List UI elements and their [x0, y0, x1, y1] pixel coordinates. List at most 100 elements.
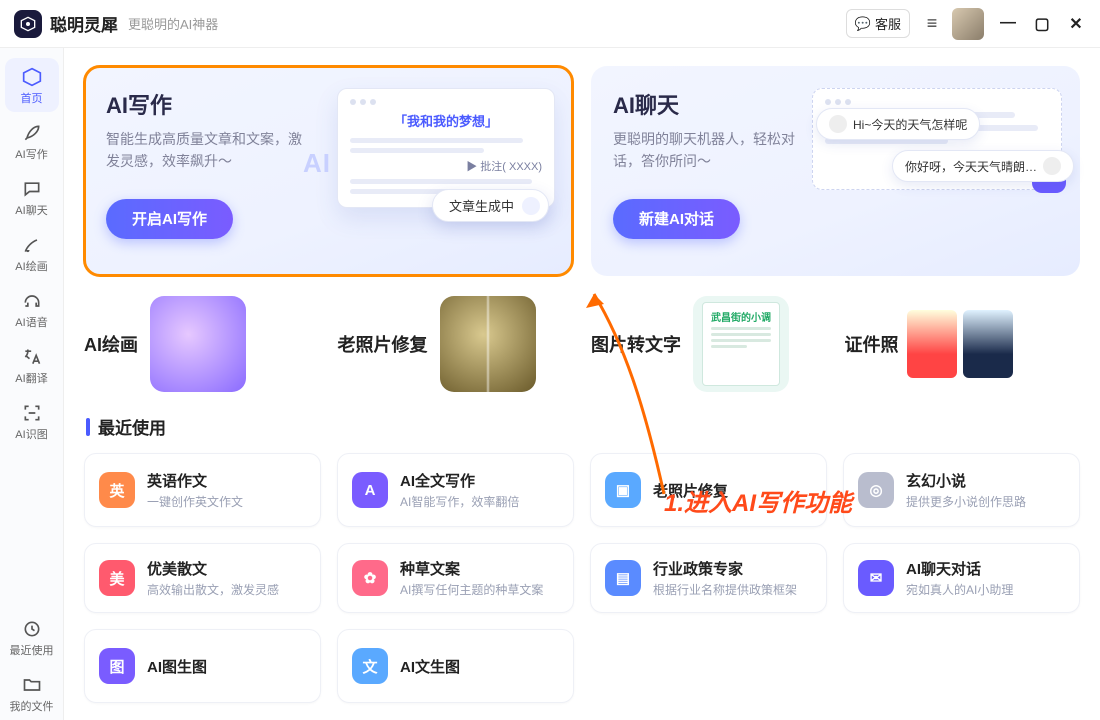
chat-bubble-1-text: Hi~今天的天气怎样呢 — [853, 116, 967, 133]
headphone-icon — [21, 290, 43, 312]
clock-icon — [21, 618, 43, 640]
window-close-button[interactable]: ✕ — [1066, 14, 1086, 34]
feature-card-id-photo[interactable]: 证件照 — [845, 296, 1081, 392]
tool-desc: 提供更多小说创作思路 — [906, 493, 1026, 510]
sidebar-item-label: 我的文件 — [10, 698, 54, 714]
txt-icon: 文 — [352, 648, 388, 684]
hero-chat-desc: 更聪明的聊天机器人，轻松对话，答你所问～ — [613, 128, 813, 173]
start-writing-button[interactable]: 开启AI写作 — [106, 199, 233, 239]
sidebar-item-translate[interactable]: AI翻译 — [5, 338, 59, 392]
hero-writing-desc: 智能生成高质量文章和文案，激发灵感，效率飙升～ — [106, 128, 306, 173]
tool-name: 英语作文 — [147, 470, 243, 491]
sidebar-item-label: AI翻译 — [15, 370, 47, 386]
app-tagline: 更聪明的AI神器 — [128, 14, 218, 33]
tool-name: AI文生图 — [400, 656, 460, 677]
user-avatar[interactable] — [952, 8, 984, 40]
tool-prose[interactable]: 美优美散文高效输出散文，激发灵感 — [84, 543, 321, 613]
brush-icon — [21, 234, 43, 256]
feather-icon — [21, 122, 43, 144]
tool-img2img[interactable]: 图 AI图生图 — [84, 629, 321, 703]
sidebar-item-draw[interactable]: AI绘画 — [5, 226, 59, 280]
sidebar-item-ocr[interactable]: AI识图 — [5, 394, 59, 448]
recent-heading: 最近使用 — [98, 414, 166, 439]
hero-card-chat[interactable]: AI聊天 更聪明的聊天机器人，轻松对话，答你所问～ 新建AI对话 ☻ Hi~今天… — [591, 66, 1080, 276]
hex-icon — [21, 66, 43, 88]
tool-policy-expert[interactable]: ▤行业政策专家根据行业名称提供政策框架 — [590, 543, 827, 613]
customer-service-button[interactable]: 💬 客服 — [846, 9, 910, 38]
tool-txt2img[interactable]: 文 AI文生图 — [337, 629, 574, 703]
sidebar-item-label: 最近使用 — [10, 642, 54, 658]
feature-card-ocr[interactable]: 图片转文字 武昌街的小调 — [591, 296, 827, 392]
scan-icon — [21, 402, 43, 424]
sidebar-item-label: AI绘画 — [15, 258, 47, 274]
tool-desc: 一键创作英文作文 — [147, 493, 243, 510]
app-logo-wrap: 聪明灵犀 — [14, 10, 118, 38]
new-chat-label: 新建AI对话 — [639, 208, 714, 229]
menu-icon[interactable]: ≡ — [918, 10, 946, 38]
tool-desc: 宛如真人的AI小助理 — [906, 581, 1013, 598]
tool-fantasy-novel[interactable]: ◎玄幻小说提供更多小说创作思路 — [843, 453, 1080, 527]
sidebar-item-home[interactable]: 首页 — [5, 58, 59, 112]
writing-preview: AI 「我和我的梦想」 ▶ 批注( XXXX) 文章生成中 — [337, 88, 555, 208]
sidebar-item-voice[interactable]: AI语音 — [5, 282, 59, 336]
chat-bubble-1: Hi~今天的天气怎样呢 — [816, 108, 980, 140]
preview-heading: 「我和我的梦想」 — [350, 111, 542, 130]
novel-icon: ◎ — [858, 472, 894, 508]
tool-name: AI全文写作 — [400, 470, 519, 491]
feature-card-photo-restore[interactable]: 老照片修复 — [338, 296, 574, 392]
sidebar-item-files[interactable]: 我的文件 — [5, 666, 59, 720]
customer-service-label: 客服 — [875, 14, 901, 33]
chat-bubble-2: 你好呀，今天天气晴朗… — [892, 150, 1074, 182]
ai-ghost-text: AI — [303, 148, 331, 179]
sidebar-item-label: AI写作 — [15, 146, 47, 162]
app-logo-icon — [14, 10, 42, 38]
tool-full-writing[interactable]: A AI全文写作 AI智能写作，效率翻倍 — [337, 453, 574, 527]
preview-note: ▶ 批注( XXXX) — [350, 158, 542, 174]
tool-desc: AI智能写作，效率翻倍 — [400, 493, 519, 510]
image-icon: ▣ — [605, 472, 641, 508]
window-maximize-button[interactable]: ▢ — [1032, 14, 1052, 34]
start-writing-label: 开启AI写作 — [132, 208, 207, 229]
id-photo-thumb — [907, 310, 1013, 378]
tool-desc: 根据行业名称提供政策框架 — [653, 581, 797, 598]
chat-icon — [21, 178, 43, 200]
tool-english-essay[interactable]: 英英语作文一键创作英文作文 — [84, 453, 321, 527]
feature-title: 证件照 — [845, 331, 899, 357]
sidebar-item-label: AI识图 — [15, 426, 47, 442]
prose-icon: 美 — [99, 560, 135, 596]
hero-card-writing[interactable]: AI写作 智能生成高质量文章和文案，激发灵感，效率飙升～ 开启AI写作 AI 「… — [84, 66, 573, 276]
ocr-doc-heading: 武昌街的小调 — [711, 309, 771, 324]
tool-photo-restore[interactable]: ▣老照片修复 — [590, 453, 827, 527]
folder-icon — [21, 674, 43, 696]
tool-desc: AI撰写任何主题的种草文案 — [400, 581, 543, 598]
ocr-thumb: 武昌街的小调 — [693, 296, 789, 392]
sidebar-item-label: 首页 — [21, 90, 43, 106]
tool-ai-chat[interactable]: ✉ AI聊天对话宛如真人的AI小助理 — [843, 543, 1080, 613]
tool-name: AI图生图 — [147, 656, 207, 677]
sidebar-item-chat[interactable]: AI聊天 — [5, 170, 59, 224]
img-icon: 图 — [99, 648, 135, 684]
main-content: AI写作 智能生成高质量文章和文案，激发灵感，效率飙升～ 开启AI写作 AI 「… — [64, 48, 1100, 720]
speech-bubble-icon: 💬 — [855, 16, 871, 32]
tool-grass-copy[interactable]: ✿种草文案AI撰写任何主题的种草文案 — [337, 543, 574, 613]
sidebar-item-recent[interactable]: 最近使用 — [5, 610, 59, 664]
feature-title: AI绘画 — [84, 331, 138, 357]
sidebar-item-writing[interactable]: AI写作 — [5, 114, 59, 168]
chat-bubble-2-text: 你好呀，今天天气晴朗… — [905, 158, 1037, 175]
drawing-thumb — [150, 296, 246, 392]
app-title: 聪明灵犀 — [50, 11, 118, 36]
avatar-icon — [1043, 157, 1061, 175]
sidebar: 首页 AI写作 AI聊天 AI绘画 AI语音 AI翻译 AI识图 最 — [0, 48, 64, 720]
photo-thumb — [440, 296, 536, 392]
window-minimize-button[interactable]: — — [998, 14, 1018, 34]
new-chat-button[interactable]: 新建AI对话 — [613, 199, 740, 239]
recent-section-head: 最近使用 — [86, 414, 1080, 439]
tool-name: 种草文案 — [400, 558, 543, 579]
bubble-icon: ✉ — [858, 560, 894, 596]
tool-name: AI聊天对话 — [906, 558, 1013, 579]
feature-card-drawing[interactable]: AI绘画 — [84, 296, 320, 392]
pen-icon: A — [352, 472, 388, 508]
tool-name: 优美散文 — [147, 558, 279, 579]
feature-title: 老照片修复 — [338, 331, 428, 357]
translate-icon — [21, 346, 43, 368]
